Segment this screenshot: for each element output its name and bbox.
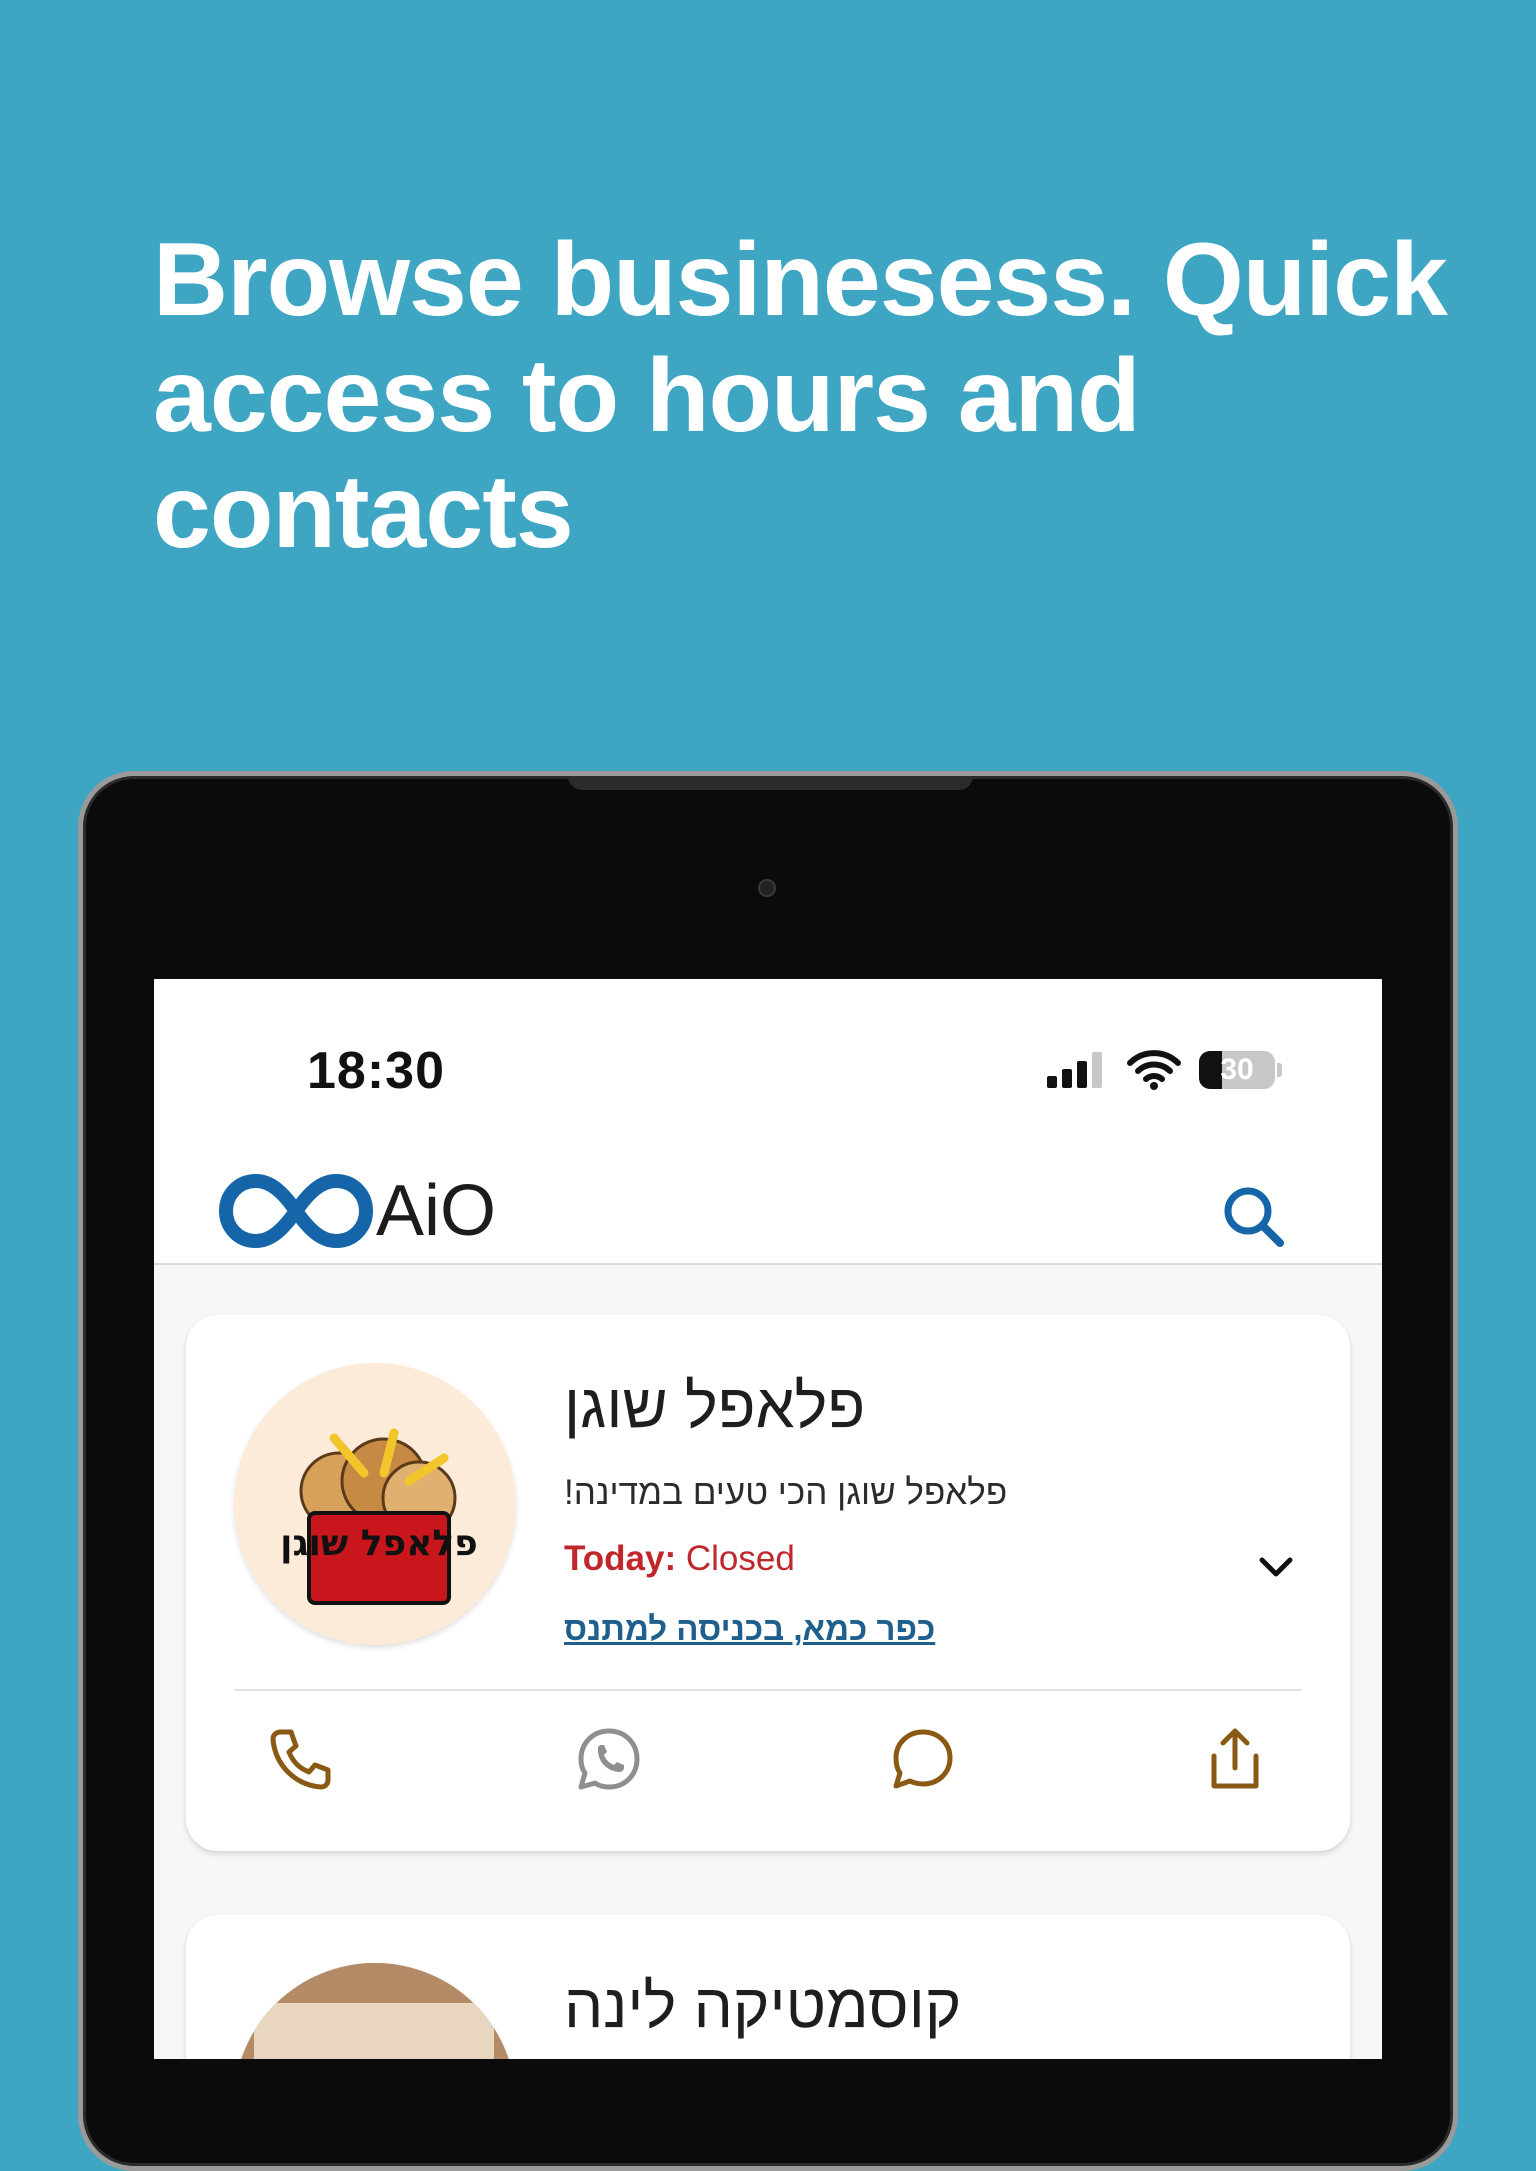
- camera-icon: [758, 879, 776, 897]
- business-logo: פלאפל שוגן: [234, 1363, 516, 1645]
- wifi-icon: [1127, 1050, 1181, 1090]
- infinity-logo-icon: [219, 1174, 373, 1248]
- share-button[interactable]: [1195, 1719, 1275, 1799]
- business-logo: [234, 1963, 516, 2059]
- call-button[interactable]: [260, 1719, 340, 1799]
- logo-text: AiO: [376, 1171, 497, 1251]
- chevron-down-icon[interactable]: [1252, 1543, 1300, 1591]
- chat-icon: [893, 1729, 953, 1789]
- store-photo: [234, 1963, 516, 2059]
- whatsapp-icon: [578, 1728, 640, 1790]
- phone-icon: [270, 1729, 331, 1790]
- share-icon: [1211, 1728, 1259, 1789]
- app-bar: AiO: [154, 1159, 1382, 1265]
- business-card[interactable]: פלאפל שוגן פלאפל שוגן פלאפל שוגן הכי טעי…: [186, 1315, 1350, 1851]
- business-address-link[interactable]: כפר כמא, בכניסה למתנס: [564, 1610, 935, 1648]
- business-description: פלאפל שוגן הכי טעים במדינה!: [564, 1473, 1008, 1512]
- whatsapp-button[interactable]: [569, 1719, 649, 1799]
- search-icon[interactable]: [1218, 1181, 1288, 1251]
- card-divider: [234, 1689, 1302, 1691]
- business-name: קוסמטיקה לינה: [564, 1972, 962, 2041]
- battery-level: 30: [1220, 1053, 1254, 1086]
- status-icons: 30: [1047, 1049, 1282, 1091]
- business-name: פלאפל שוגן: [564, 1372, 866, 1441]
- app-logo: AiO: [218, 1169, 496, 1253]
- battery-icon: 30: [1199, 1051, 1275, 1089]
- hours-status: Closed: [685, 1539, 795, 1578]
- falafel-logo-icon: פלאפל שוגן: [280, 1428, 478, 1605]
- status-bar: 18:30 30: [154, 979, 1382, 1159]
- business-hours: Today: Closed: [564, 1539, 795, 1579]
- headline: Browse businesess. Quick access to hours…: [153, 222, 1448, 570]
- signal-icon: [1047, 1052, 1102, 1088]
- business-card[interactable]: קוסמטיקה לינה: [186, 1915, 1350, 2059]
- card-actions: [186, 1719, 1350, 1809]
- tablet-notch: [568, 776, 973, 790]
- app-screen: 18:30 30 AiO פלאפל שוגן פלאפל שוגן פלאפל…: [154, 979, 1382, 2059]
- status-time: 18:30: [307, 1042, 445, 1100]
- svg-text:פלאפל שוגן: פלאפל שוגן: [280, 1523, 478, 1564]
- hours-label: Today:: [564, 1539, 677, 1578]
- chat-button[interactable]: [882, 1719, 962, 1799]
